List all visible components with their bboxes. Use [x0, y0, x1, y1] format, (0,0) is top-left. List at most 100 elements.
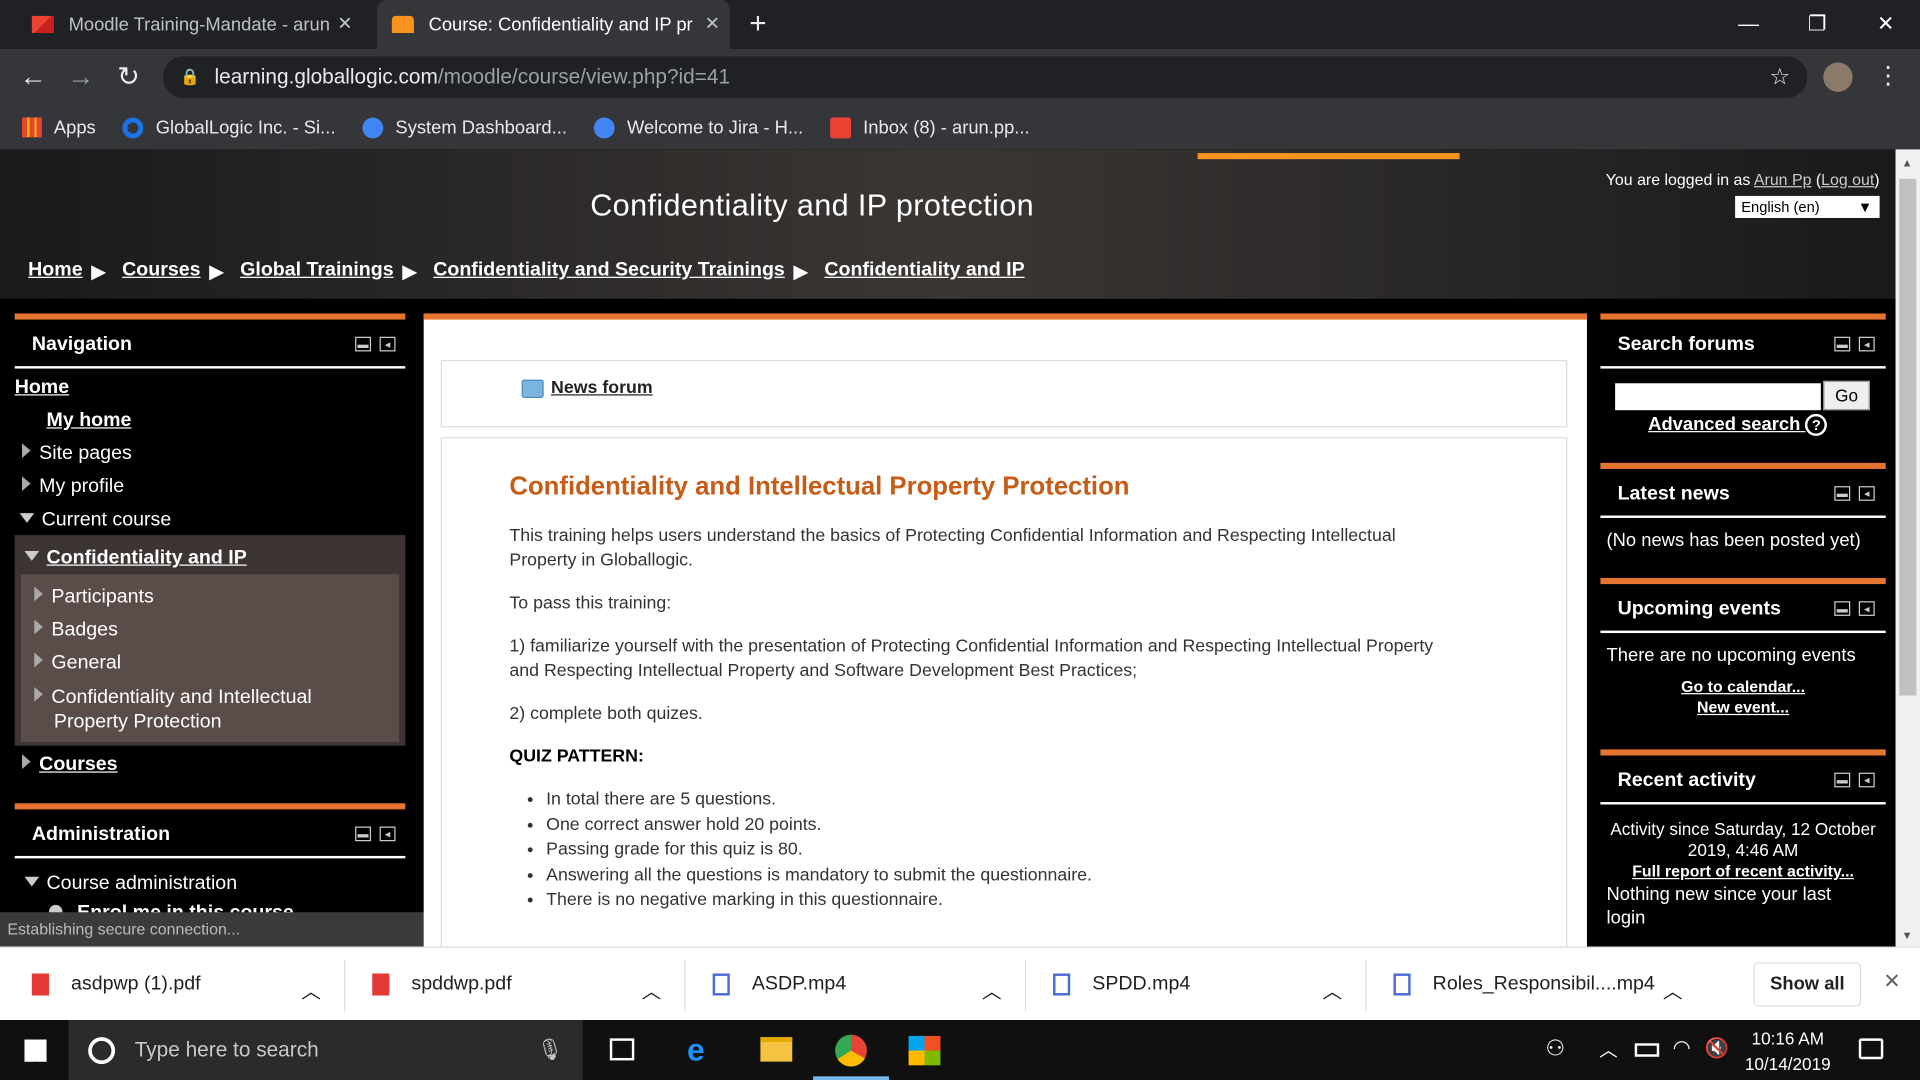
nav-site-pages[interactable]: Site pages	[22, 443, 132, 465]
video-file-icon	[1053, 973, 1071, 996]
nav-my-profile[interactable]: My profile	[22, 476, 124, 498]
page-content: Confidentiality and IP protection You ar…	[0, 149, 1896, 947]
collapse-icon[interactable]: ▬	[1834, 772, 1851, 788]
logout-link[interactable]: Log out	[1821, 170, 1874, 188]
dock-icon[interactable]: ◂	[1858, 336, 1875, 352]
collapse-icon[interactable]: ▬	[355, 336, 372, 352]
dock-icon[interactable]: ◂	[1858, 601, 1875, 616]
edge-icon[interactable]: e	[687, 1033, 705, 1065]
bookmark-apps[interactable]: Apps	[22, 117, 96, 138]
menu-icon[interactable]: ⋮	[1876, 60, 1900, 91]
dock-icon[interactable]: ◂	[379, 336, 396, 352]
collapse-icon[interactable]: ▬	[1834, 486, 1851, 501]
nothing-new-text: Nothing new since your last login	[1606, 884, 1832, 929]
chevron-up-icon[interactable]: ︿	[642, 975, 662, 1004]
minimize-icon[interactable]: —	[1714, 0, 1783, 49]
battery-icon[interactable]	[1634, 1043, 1660, 1057]
download-item[interactable]: asdpwp (1).pdf	[31, 948, 201, 1021]
chevron-up-icon[interactable]: ︿	[301, 975, 321, 1004]
forward-icon[interactable]: →	[62, 59, 99, 96]
dock-icon[interactable]: ◂	[379, 826, 396, 842]
news-section: News forum	[440, 360, 1568, 428]
gmail-icon	[31, 15, 54, 34]
video-file-icon	[1393, 973, 1411, 996]
chrome-icon[interactable]	[835, 1034, 867, 1067]
list-item: Passing grade for this quiz is 80.	[546, 838, 1499, 863]
address-bar[interactable]: 🔒 learning.globallogic.com/moodle/course…	[162, 56, 1808, 98]
scrollbar[interactable]: ▲ ▼	[1895, 149, 1920, 947]
nav-topic[interactable]: Confidentiality and Intellectual Property…	[34, 686, 312, 735]
tab-course[interactable]: Course: Confidentiality and IP pr ✕	[377, 0, 730, 49]
tray-chevron-icon[interactable]: ︿	[1599, 1037, 1617, 1063]
microphone-icon[interactable]: 🎙	[537, 1038, 563, 1062]
breadcrumb-global-trainings[interactable]: Global Trainings	[240, 260, 394, 284]
chevron-up-icon[interactable]: ︿	[1663, 975, 1683, 1004]
star-icon[interactable]: ☆	[1769, 63, 1790, 91]
new-tab-icon[interactable]: +	[749, 0, 766, 49]
go-button[interactable]: Go	[1823, 380, 1870, 411]
wifi-icon[interactable]: ◠	[1673, 1036, 1691, 1060]
scroll-thumb[interactable]	[1899, 178, 1917, 696]
show-all-button[interactable]: Show all	[1753, 962, 1862, 1007]
close-tab-icon[interactable]: ✕	[705, 12, 720, 34]
collapse-arrow-icon	[24, 876, 40, 887]
clock[interactable]: 10:16 AM 10/14/2019	[1734, 1026, 1842, 1077]
download-item[interactable]: SPDD.mp4	[1053, 948, 1190, 1021]
advanced-search-link[interactable]: Advanced search ?	[1648, 413, 1828, 436]
close-icon[interactable]: ✕	[1883, 970, 1900, 994]
breadcrumb-security-trainings[interactable]: Confidentiality and Security Trainings	[433, 260, 785, 284]
taskbar: Type here to search 🎙 e ⚇ ︿ ◠ 🔇 10:16 AM…	[0, 1020, 1920, 1080]
search-forums-input[interactable]	[1615, 383, 1821, 411]
notifications-icon[interactable]	[1858, 1038, 1884, 1060]
nav-courses[interactable]: Courses	[22, 754, 118, 776]
new-event-link[interactable]: New event...	[1600, 698, 1885, 716]
bookmark-jira[interactable]: Welcome to Jira - H...	[593, 116, 803, 138]
download-item[interactable]: Roles_Responsibil....mp4	[1393, 948, 1655, 1021]
help-icon[interactable]: ?	[1805, 413, 1828, 436]
taskbar-search[interactable]: Type here to search 🎙	[68, 1020, 583, 1080]
nav-course-short[interactable]: Confidentiality and IP	[24, 547, 247, 569]
people-icon[interactable]: ⚇	[1545, 1036, 1565, 1062]
task-view-icon[interactable]	[609, 1038, 635, 1061]
windows-start-icon[interactable]	[24, 1039, 47, 1062]
go-to-calendar-link[interactable]: Go to calendar...	[1600, 677, 1885, 695]
tab-moodle-training[interactable]: Moodle Training-Mandate - arun ✕	[31, 0, 363, 49]
volume-icon[interactable]: 🔇	[1705, 1036, 1729, 1060]
dock-icon[interactable]: ◂	[1858, 486, 1875, 501]
download-item[interactable]: ASDP.mp4	[712, 948, 846, 1021]
bookmark-system-dashboard[interactable]: System Dashboard...	[362, 116, 567, 138]
nav-course-admin[interactable]: Course administration	[24, 873, 237, 895]
user-link[interactable]: Arun Pp	[1754, 170, 1812, 188]
download-item[interactable]: spddwp.pdf	[372, 948, 512, 1021]
breadcrumb-home[interactable]: Home	[28, 260, 82, 284]
bookmark-inbox[interactable]: Inbox (8) - arun.pp...	[830, 116, 1030, 138]
nav-general[interactable]: General	[34, 652, 121, 675]
chevron-up-icon[interactable]: ︿	[982, 975, 1002, 1004]
back-icon[interactable]: ←	[15, 59, 52, 96]
avatar[interactable]	[1823, 62, 1853, 92]
close-window-icon[interactable]: ✕	[1851, 0, 1920, 49]
dock-icon[interactable]: ◂	[1858, 772, 1875, 788]
expand-icon	[34, 652, 43, 668]
nav-participants[interactable]: Participants	[34, 586, 154, 609]
restore-icon[interactable]: ❐	[1783, 0, 1852, 49]
full-report-link[interactable]: Full report of recent activity...	[1600, 862, 1885, 880]
news-forum-link[interactable]: News forum	[521, 378, 653, 398]
bookmark-globallogic[interactable]: GlobalLogic Inc. - Si...	[122, 116, 335, 138]
breadcrumb-course[interactable]: Confidentiality and IP	[824, 260, 1024, 284]
chevron-up-icon[interactable]: ︿	[1322, 975, 1342, 1004]
expand-icon	[22, 443, 31, 458]
reload-icon[interactable]: ↻	[110, 59, 147, 96]
collapse-icon[interactable]: ▬	[355, 826, 372, 842]
close-tab-icon[interactable]: ✕	[337, 12, 352, 34]
language-select[interactable]: English (en) ▼	[1735, 195, 1880, 218]
nav-my-home[interactable]: My home	[47, 410, 132, 432]
collapse-icon[interactable]: ▬	[1834, 601, 1851, 616]
nav-home[interactable]: Home	[15, 377, 69, 399]
file-explorer-icon[interactable]	[760, 1037, 793, 1062]
breadcrumb-courses[interactable]: Courses	[122, 260, 200, 284]
collapse-icon[interactable]: ▬	[1834, 336, 1851, 352]
nav-current-course[interactable]: Current course	[19, 509, 171, 531]
store-icon[interactable]	[908, 1035, 941, 1066]
nav-badges[interactable]: Badges	[34, 619, 118, 642]
